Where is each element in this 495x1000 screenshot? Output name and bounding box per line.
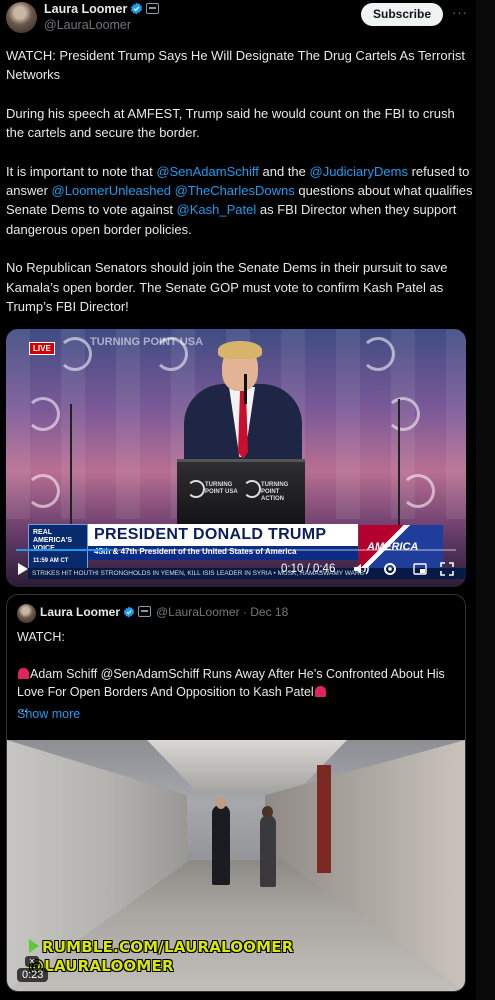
person-walking — [212, 805, 230, 885]
watermark-line-2: @LAURALOOMER — [29, 957, 174, 975]
tpusa-logo-icon — [401, 474, 435, 508]
subscribe-button[interactable]: Subscribe — [361, 3, 443, 26]
more-options-icon[interactable]: ··· — [452, 5, 468, 20]
network-logo: REAL AMERICA'S VOICE 11:59 AM CT — [28, 524, 88, 570]
quote-author-handle[interactable]: @LauraLoomer — [156, 605, 240, 619]
tweet-text: WATCH: President Trump Says He Will Desi… — [6, 46, 476, 335]
quote-author-name-text[interactable]: Laura Loomer — [40, 605, 120, 619]
tweet-paragraph: It is important to note that @SenAdamSch… — [6, 162, 476, 239]
video-player[interactable]: TURNING POINT USA TURNING POINT USA TURN… — [6, 329, 466, 587]
watermark-line-1-wrap: RUMBLE.COM/LAURALOOMER — [29, 938, 293, 957]
hallway-door — [317, 765, 331, 873]
video-progress-bar[interactable] — [16, 549, 456, 551]
tweet-paragraph: During his speech at AMFEST, Trump said … — [6, 104, 476, 143]
america-logo: AMERICA — [359, 525, 443, 569]
tweet-text-segment: WATCH: President Trump Says He Will Desi… — [6, 48, 465, 83]
quote-avatar[interactable] — [17, 604, 36, 623]
progress-fill — [16, 549, 112, 551]
quote-video[interactable]: RUMBLE.COM/LAURALOOMER @LAURALOOMER ✕ 0:… — [7, 740, 465, 991]
rumble-play-icon — [29, 939, 39, 953]
volume-icon[interactable] — [353, 562, 369, 581]
speaker-hair — [218, 341, 262, 359]
tweet-paragraph: WATCH: President Trump Says He Will Desi… — [6, 46, 476, 85]
author-handle[interactable]: @LauraLoomer — [44, 18, 131, 32]
author-name-text[interactable]: Laura Loomer — [44, 2, 127, 16]
live-badge: LIVE — [29, 342, 55, 355]
tpusa-logo-icon — [26, 397, 60, 431]
affiliate-badge-icon — [146, 3, 160, 14]
podium-logo-icon — [243, 480, 261, 498]
affiliate-badge-icon — [138, 606, 152, 617]
america-logo-text: AMERICA — [367, 541, 419, 553]
avatar[interactable] — [6, 2, 37, 33]
tweet-text-segment: No Republican Senators should join the S… — [6, 260, 448, 314]
chyron-title: PRESIDENT DONALD TRUMP — [94, 526, 327, 543]
podium-logo-icon — [187, 480, 205, 498]
show-more-link[interactable]: Show more — [17, 707, 80, 721]
siren-emoji-icon — [314, 686, 326, 697]
tweet-text-segment: and the — [258, 163, 310, 179]
news-ticker: STRIKES HIT HOUTHI STRONGHOLDS IN YEMEN,… — [28, 568, 466, 579]
mention-link[interactable]: @LoomerUnleashed — [52, 183, 171, 198]
mic-stand — [398, 399, 400, 544]
podium-left-text: TURNING POINT USA — [205, 482, 238, 495]
quote-line-2: Adam Schiff @SenAdamSchiff Runs Away Aft… — [17, 666, 445, 700]
quote-author-name[interactable]: Laura Loomer — [40, 605, 152, 621]
person-head — [262, 806, 273, 818]
watermark-line-1: RUMBLE.COM/LAURALOOMER — [42, 938, 294, 956]
tpusa-logo-icon — [26, 474, 60, 508]
settings-icon[interactable] — [383, 562, 397, 581]
tweet-text-segment: During his speech at AMFEST, Trump said … — [6, 105, 455, 141]
tweet-header: Laura Loomer @LauraLoomer Subscribe ··· — [0, 0, 495, 36]
mention-link[interactable]: @SenAdamSchiff — [156, 164, 259, 179]
tpusa-logo-icon — [386, 397, 420, 431]
podium: TURNING POINT USA TURNING POINT ACTION — [177, 459, 305, 524]
pip-icon[interactable] — [413, 562, 427, 581]
quote-ellipsis: ... — [17, 700, 28, 715]
person-head — [216, 797, 226, 809]
lower-third: REAL AMERICA'S VOICE 11:59 AM CT PRESIDE… — [28, 524, 376, 570]
quote-line-2-wrap: Adam Schiff @SenAdamSchiff Runs Away Aft… — [17, 665, 457, 702]
chyron-title-bar: PRESIDENT DONALD TRUMP — [88, 524, 358, 546]
mute-icon[interactable]: ✕ — [25, 956, 39, 967]
person-walking — [260, 815, 276, 887]
mic-stand — [70, 404, 72, 544]
network-time: 11:59 AM CT — [33, 558, 69, 564]
tpusa-logo-icon — [361, 337, 395, 371]
mention-link[interactable]: @JudiciaryDems — [310, 164, 408, 179]
play-icon[interactable] — [18, 563, 28, 575]
quote-line-1: WATCH: — [17, 630, 65, 644]
verified-badge-icon — [123, 606, 135, 621]
tpusa-logo-icon — [58, 337, 92, 371]
quote-text: WATCH: Adam Schiff @SenAdamSchiff Runs A… — [17, 628, 457, 714]
microphone — [244, 374, 247, 404]
mention-link[interactable]: @TheCharlesDowns — [175, 183, 295, 198]
author-name[interactable]: Laura Loomer — [44, 2, 160, 18]
fullscreen-icon[interactable] — [440, 562, 454, 581]
tpusa-logo-icon — [154, 337, 188, 371]
quote-date[interactable]: Dec 18 — [250, 605, 288, 619]
rumble-watermark: RUMBLE.COM/LAURALOOMER @LAURALOOMER — [29, 938, 293, 976]
siren-emoji-icon — [18, 667, 29, 679]
verified-badge-icon — [130, 2, 143, 18]
mention-link[interactable]: @Kash_Patel — [177, 202, 257, 217]
tweet-paragraph: No Republican Senators should join the S… — [6, 258, 476, 316]
quote-meta: @LauraLoomer · Dec 18 — [156, 605, 289, 619]
page-edge — [476, 0, 495, 1000]
quoted-tweet[interactable]: Laura Loomer @LauraLoomer · Dec 18 WATCH… — [6, 594, 466, 992]
video-time: 0:10 / 0:46 — [281, 563, 336, 575]
tweet-text-segment: It is important to note that — [6, 163, 157, 179]
podium-right-text: TURNING POINT ACTION — [261, 482, 289, 502]
quote-video-time: 0:23 — [17, 968, 49, 982]
